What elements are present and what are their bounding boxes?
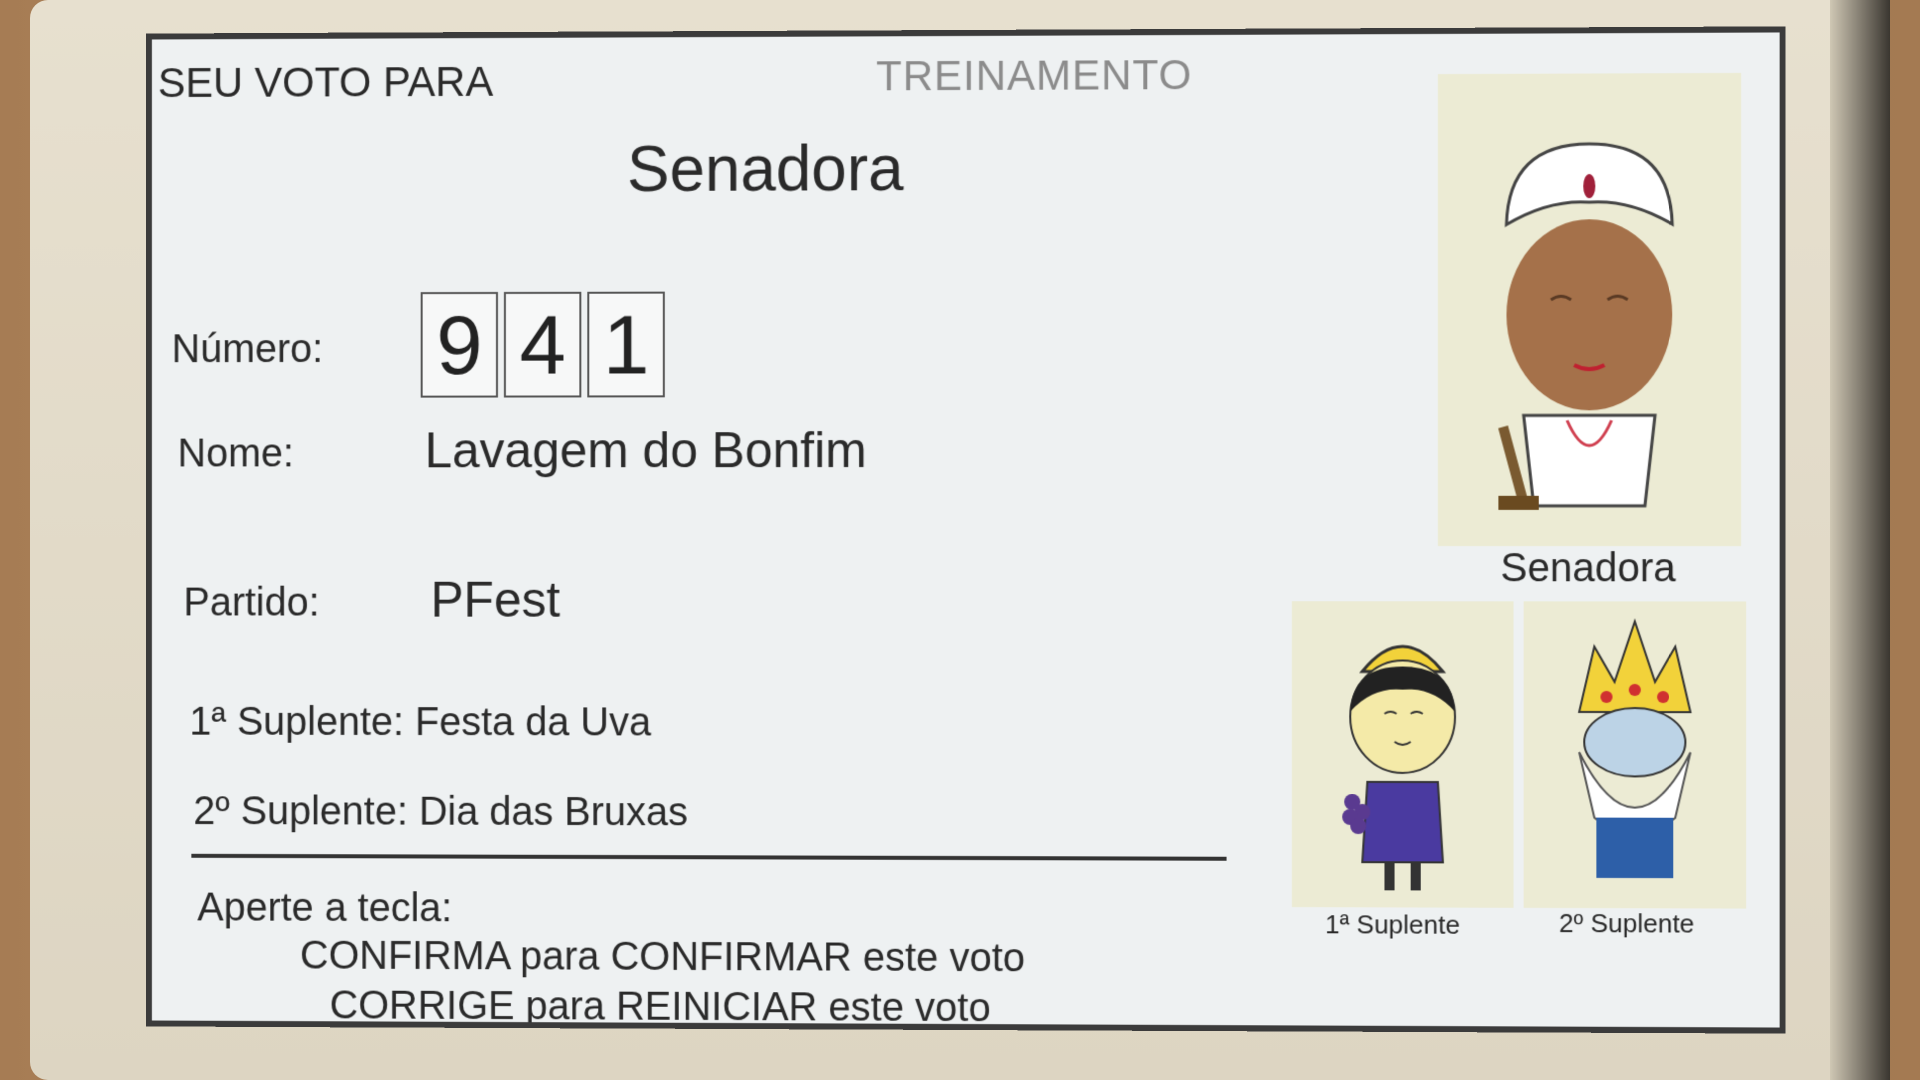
suplente1-caption: 1ª Suplente xyxy=(1325,909,1460,941)
numero-digits: 9 4 1 xyxy=(421,292,665,398)
suplente2-row: 2º Suplente: Dia das Bruxas xyxy=(193,789,688,835)
nome-label: Nome: xyxy=(178,432,294,477)
numero-label: Número: xyxy=(172,327,323,372)
instruction-confirm: CONFIRMA para CONFIRMAR este voto xyxy=(300,934,1025,982)
bezel-edge xyxy=(1830,0,1890,1080)
voting-screen: SEU VOTO PARA TREINAMENTO Senadora Númer… xyxy=(146,26,1786,1033)
partido-label: Partido: xyxy=(183,581,319,626)
suplente2-label: 2º Suplente: xyxy=(193,789,407,833)
digit-box: 4 xyxy=(504,292,581,398)
suplente2-value: Dia das Bruxas xyxy=(419,790,688,835)
header-training: TREINAMENTO xyxy=(876,51,1192,100)
baiana-portrait-icon xyxy=(1438,73,1741,546)
instructions-divider xyxy=(191,854,1226,861)
digit-box: 9 xyxy=(421,292,498,398)
main-caption: Senadora xyxy=(1500,546,1675,591)
suplente1-row: 1ª Suplente: Festa da Uva xyxy=(189,700,651,746)
office-title: Senadora xyxy=(627,131,904,206)
suplente1-label: 1ª Suplente: xyxy=(189,700,404,744)
nome-value: Lavagem do Bonfim xyxy=(425,421,867,479)
partido-value: PFest xyxy=(431,571,561,629)
instruction-correct: CORRIGE para REINICIAR este voto xyxy=(330,983,991,1031)
instructions-title: Aperte a tecla: xyxy=(197,886,452,932)
digit-box: 1 xyxy=(587,292,665,398)
crowned-wizard-portrait-icon xyxy=(1524,601,1747,908)
suplente1-value: Festa da Uva xyxy=(415,700,651,744)
header-vote-for: SEU VOTO PARA xyxy=(158,58,493,107)
grape-festival-portrait-icon xyxy=(1292,601,1514,908)
suplente2-caption: 2º Suplente xyxy=(1559,908,1694,940)
